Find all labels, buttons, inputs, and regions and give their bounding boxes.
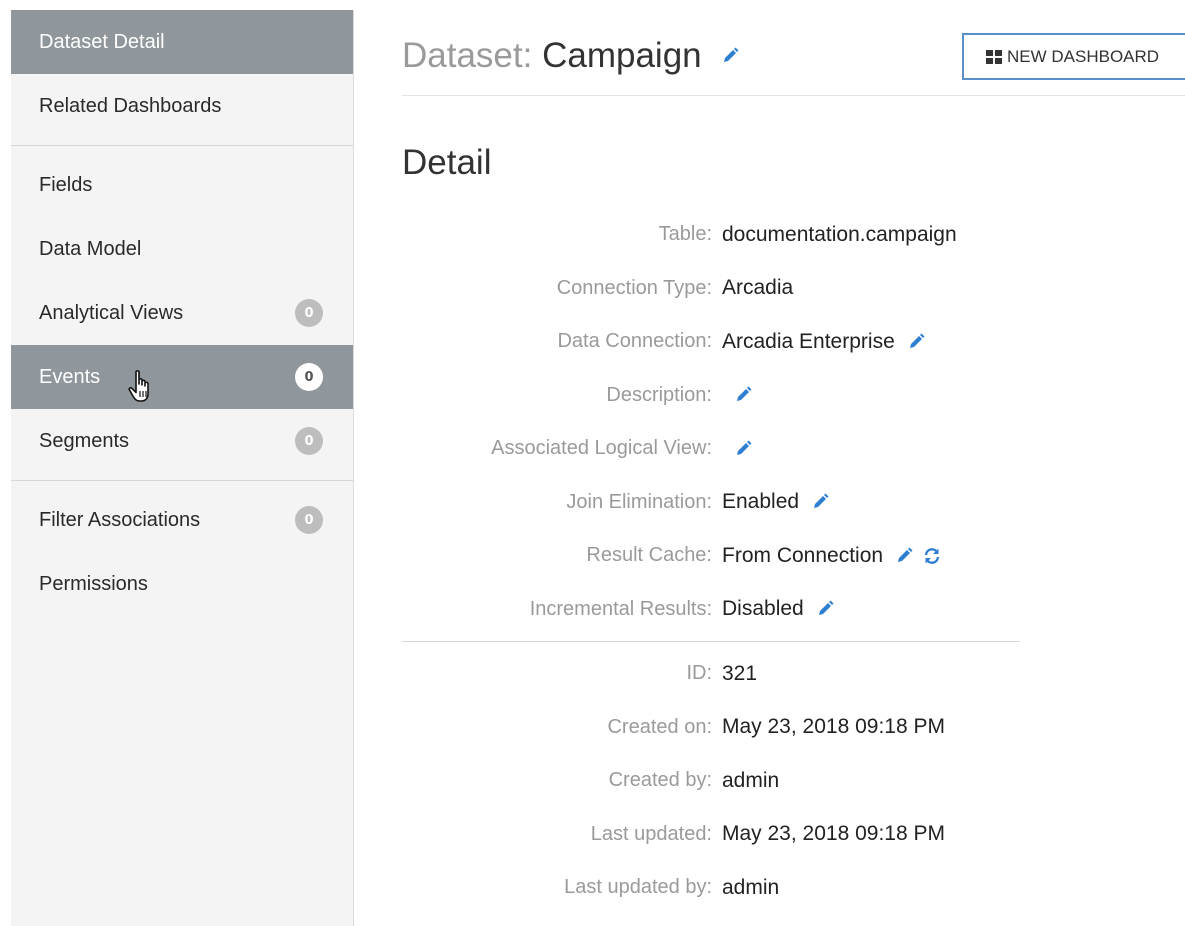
title-prefix: Dataset: [402,36,533,75]
hand-cursor-icon [128,370,149,402]
detail-row-result-cache: Result Cache: From Connection [402,529,1022,583]
pencil-icon[interactable] [895,547,913,565]
count-badge: 0 [295,299,323,327]
detail-value: Enabled [722,490,829,514]
page-header: Dataset: Campaign NEW DASHBOARD [402,0,1185,96]
detail-label: Result Cache: [586,544,712,567]
sidebar-item-label: Filter Associations [39,508,201,531]
new-dashboard-button[interactable]: NEW DASHBOARD [962,33,1185,80]
page-title: Dataset: Campaign [402,36,739,76]
nav-group-model: Fields Data Model Analytical Views 0 Eve… [11,153,353,473]
detail-label: Associated Logical View: [491,437,712,460]
detail-value [722,386,752,404]
sidebar-item-data-model[interactable]: Data Model [11,217,353,281]
detail-divider [402,641,1020,642]
detail-value [722,440,752,458]
count-badge: 0 [295,427,323,455]
sidebar-item-permissions[interactable]: Permissions [11,552,353,616]
detail-label: Table: [658,223,712,246]
detail-label: Description: [606,383,712,406]
pencil-icon[interactable] [811,493,829,511]
sidebar-item-label: Fields [39,173,93,196]
meta-row-last-updated-by: Last updated by: admin [402,861,1022,915]
nav-divider [11,145,353,146]
detail-value: Arcadia [722,276,793,300]
meta-value: 321 [722,661,758,685]
nav-group-overview: Dataset Detail Related Dashboards [11,10,353,138]
sidebar-item-label: Permissions [39,572,148,595]
detail-row-description: Description: [402,369,1022,423]
sidebar-item-analytical-views[interactable]: Analytical Views 0 [11,281,353,345]
meta-label: Created by: [608,769,712,792]
meta-label: Created on: [607,715,712,738]
value-text: Disabled [722,597,804,621]
detail-value: documentation.campaign [722,223,957,247]
new-dashboard-label: NEW DASHBOARD [1007,46,1160,66]
sidebar-item-segments[interactable]: Segments 0 [11,409,353,473]
sidebar-item-label: Dataset Detail [39,30,165,53]
sidebar-item-label: Analytical Views [39,301,184,324]
meta-label: ID: [686,662,712,685]
meta-value: admin [722,875,780,899]
detail-row-data-connection: Data Connection: Arcadia Enterprise [402,315,1022,369]
value-text: From Connection [722,543,884,567]
detail-label: Data Connection: [557,330,712,353]
section-title: Detail [402,143,492,182]
sidebar: Dataset Detail Related Dashboards Fields… [11,10,354,926]
sidebar-item-label: Related Dashboards [39,94,222,117]
meta-label: Last updated: [590,822,712,845]
detail-value: Disabled [722,597,834,621]
main-content: Dataset: Campaign NEW DASHBOARD Detail T… [402,0,1185,926]
detail-row-connection-type: Connection Type: Arcadia [402,262,1022,316]
sidebar-item-dataset-detail[interactable]: Dataset Detail [11,10,353,74]
value-text: Enabled [722,490,800,514]
sidebar-item-filter-associations[interactable]: Filter Associations 0 [11,488,353,552]
sidebar-item-label: Data Model [39,237,142,260]
pencil-icon[interactable] [907,333,925,351]
nav-divider [11,480,353,481]
meta-label: Last updated by: [564,876,712,899]
pencil-icon[interactable] [721,47,739,65]
dataset-name: Campaign [542,36,702,75]
value-text: Arcadia [722,276,794,300]
meta-row-created-on: Created on: May 23, 2018 09:18 PM [402,701,1022,755]
sidebar-item-events[interactable]: Events 0 [11,345,353,409]
detail-label: Incremental Results: [529,597,712,620]
detail-row-incremental-results: Incremental Results: Disabled [402,583,1022,637]
count-badge: 0 [295,506,323,534]
count-badge: 0 [295,363,323,391]
sidebar-item-label: Events [39,365,101,388]
detail-row-table: Table: documentation.campaign [402,208,1022,262]
sidebar-item-fields[interactable]: Fields [11,153,353,217]
detail-row-associated-logical-view: Associated Logical View: [402,422,1022,476]
meta-value: May 23, 2018 09:18 PM [722,715,945,739]
grid-icon [986,49,1002,64]
pencil-icon[interactable] [816,600,834,618]
meta-row-id: ID: 321 [402,647,1022,701]
detail-label: Connection Type: [556,276,712,299]
detail-label: Join Elimination: [566,490,712,513]
meta-value: May 23, 2018 09:18 PM [722,822,945,846]
meta-value: admin [722,768,780,792]
sidebar-item-label: Segments [39,429,130,452]
sidebar-item-related-dashboards[interactable]: Related Dashboards [11,74,353,138]
pencil-icon[interactable] [734,440,752,458]
nav-group-access: Filter Associations 0 Permissions [11,488,353,616]
detail-value: From Connection [722,544,941,568]
detail-list: Table: documentation.campaign Connection… [402,208,1022,915]
detail-value: Arcadia Enterprise [722,330,925,354]
meta-row-last-updated: Last updated: May 23, 2018 09:18 PM [402,808,1022,862]
value-text: Arcadia Enterprise [722,329,895,353]
detail-row-join-elimination: Join Elimination: Enabled [402,476,1022,530]
meta-row-created-by: Created by: admin [402,754,1022,808]
value-text: documentation.campaign [722,222,957,246]
refresh-icon[interactable] [923,547,941,565]
pencil-icon[interactable] [734,386,752,404]
